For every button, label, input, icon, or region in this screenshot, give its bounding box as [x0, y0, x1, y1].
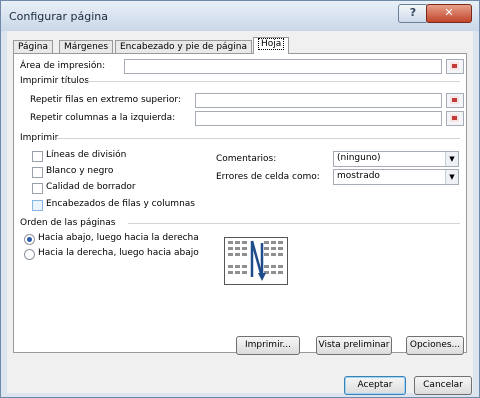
- print-titles-heading: Imprimir títulos: [20, 76, 90, 86]
- cell-errors-label: Errores de celda como:: [216, 172, 320, 182]
- tab-hoja[interactable]: Hoja: [253, 37, 290, 54]
- draft-quality-label: Calidad de borrador: [46, 182, 136, 192]
- sheet-tab-panel: Área de impresión: Imprimir títulos Repe…: [13, 53, 467, 355]
- print-area-range-picker[interactable]: [446, 59, 464, 74]
- divider: [82, 81, 460, 82]
- tab-pagina[interactable]: Página: [13, 40, 53, 54]
- cell-errors-dropdown[interactable]: mostrado ▼: [333, 169, 459, 185]
- options-button[interactable]: Opciones...: [406, 336, 464, 355]
- page-setup-dialog: Configurar página ? ✕ Página Márgenes En…: [0, 0, 480, 398]
- cell-errors-value: mostrado: [337, 171, 380, 181]
- repeat-rows-range-picker[interactable]: [446, 93, 464, 108]
- ok-button[interactable]: Aceptar: [344, 376, 406, 395]
- tab-encabezado-pie[interactable]: Encabezado y pie de página: [115, 40, 252, 54]
- repeat-cols-range-picker[interactable]: [446, 111, 464, 126]
- repeat-cols-field[interactable]: [195, 111, 442, 126]
- gridlines-checkbox[interactable]: [32, 151, 43, 162]
- print-heading: Imprimir: [20, 133, 59, 143]
- print-button[interactable]: Imprimir...: [236, 336, 300, 355]
- over-then-down-label: Hacia la derecha, luego hacia abajo: [38, 248, 199, 258]
- chevron-down-icon: ▼: [445, 152, 458, 166]
- dialog-body: Página Márgenes Encabezado y pie de pági…: [7, 31, 473, 395]
- repeat-rows-label: Repetir filas en extremo superior:: [30, 95, 181, 105]
- row-col-headings-label: Encabezados de filas y columnas: [46, 199, 195, 209]
- down-then-over-label: Hacia abajo, luego hacia la derecha: [38, 233, 199, 243]
- collapse-dialog-icon: [450, 114, 459, 122]
- title-bar[interactable]: Configurar página ? ✕: [1, 1, 479, 31]
- draft-quality-checkbox[interactable]: [32, 183, 43, 194]
- help-button[interactable]: ?: [398, 4, 428, 23]
- comments-label: Comentarios:: [216, 154, 277, 164]
- print-preview-button[interactable]: Vista preliminar: [316, 336, 392, 355]
- down-then-over-radio[interactable]: [24, 234, 35, 245]
- gridlines-label: Líneas de división: [46, 150, 127, 160]
- page-order-preview-icon: [224, 237, 288, 285]
- comments-dropdown[interactable]: (ninguno) ▼: [333, 151, 459, 167]
- print-area-label: Área de impresión:: [20, 61, 106, 71]
- page-order-heading: Orden de las páginas: [20, 218, 116, 228]
- close-icon: ✕: [444, 6, 454, 19]
- collapse-dialog-icon: [450, 96, 459, 104]
- comments-value: (ninguno): [337, 153, 381, 163]
- divider: [54, 138, 460, 139]
- black-white-label: Blanco y negro: [46, 166, 114, 176]
- cancel-button[interactable]: Cancelar: [414, 376, 472, 395]
- collapse-dialog-icon: [450, 62, 459, 70]
- repeat-rows-field[interactable]: [195, 93, 442, 108]
- dialog-title: Configurar página: [9, 10, 109, 23]
- chevron-down-icon: ▼: [445, 170, 458, 184]
- close-button[interactable]: ✕: [426, 4, 472, 23]
- tab-margenes[interactable]: Márgenes: [59, 40, 114, 54]
- print-area-field[interactable]: [124, 59, 442, 74]
- over-then-down-radio[interactable]: [24, 249, 35, 260]
- black-white-checkbox[interactable]: [32, 167, 43, 178]
- repeat-cols-label: Repetir columnas a la izquierda:: [30, 113, 176, 123]
- help-icon: ?: [409, 6, 417, 19]
- divider: [128, 223, 460, 224]
- row-col-headings-checkbox[interactable]: [32, 200, 43, 211]
